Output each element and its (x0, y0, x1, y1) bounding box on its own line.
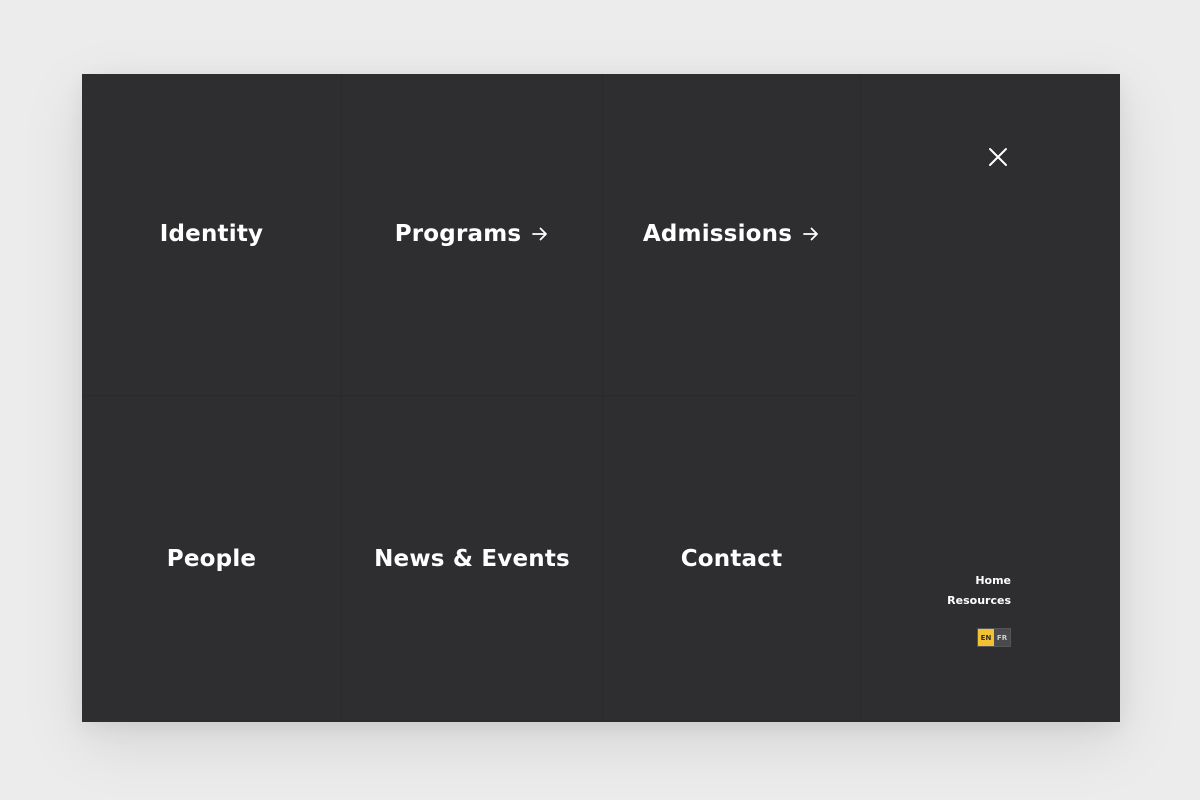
language-fr-button[interactable]: FR (994, 629, 1010, 646)
language-en-button[interactable]: EN (978, 629, 994, 646)
menu-item-admissions[interactable]: Admissions (603, 74, 860, 396)
menu-item-identity[interactable]: Identity (82, 74, 342, 396)
menu-item-label: Identity (159, 220, 264, 247)
menu-item-label: Programs (394, 220, 522, 247)
close-button[interactable] (987, 146, 1009, 168)
menu-item-label: Admissions (642, 220, 793, 247)
close-icon (989, 148, 1007, 166)
menu-item-contact[interactable]: Contact (603, 396, 860, 722)
main-menu-grid: Identity Programs Admissions People News… (82, 74, 860, 722)
menu-item-programs[interactable]: Programs (342, 74, 603, 396)
home-link[interactable]: Home (947, 571, 1011, 591)
resources-link[interactable]: Resources (947, 591, 1011, 611)
menu-item-news-events[interactable]: News & Events (342, 396, 603, 722)
navigation-overlay: Identity Programs Admissions People News… (82, 74, 1120, 722)
menu-item-label: Contact (680, 546, 783, 572)
language-switcher: EN FR (977, 628, 1011, 647)
arrow-right-icon (531, 225, 549, 243)
secondary-links: Home Resources (947, 571, 1011, 610)
side-panel: Home Resources EN FR (860, 74, 1120, 722)
menu-item-label: News & Events (374, 546, 570, 572)
arrow-right-icon (802, 225, 820, 243)
menu-item-people[interactable]: People (82, 396, 342, 722)
menu-item-label: People (166, 546, 257, 572)
